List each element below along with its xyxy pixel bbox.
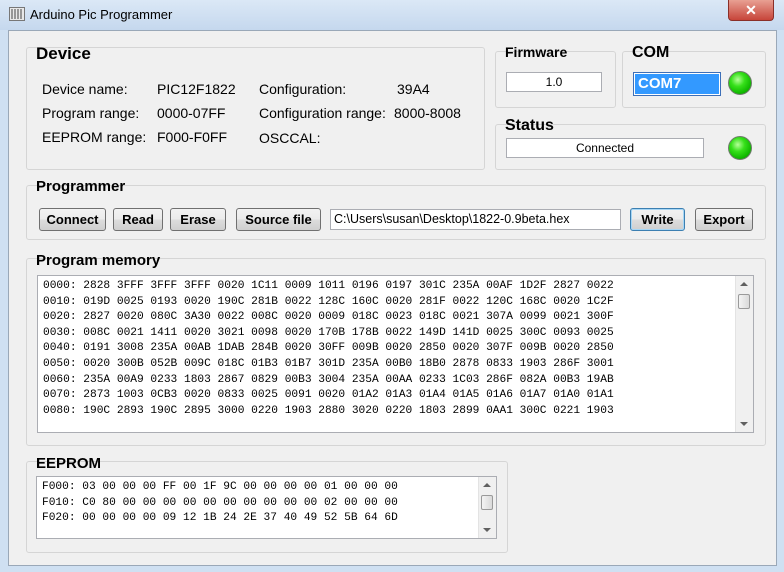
source-file-button[interactable]: Source file	[236, 208, 321, 231]
memory-line: 0080: 190C 2893 190C 2895 3000 0220 1903…	[43, 404, 614, 417]
app-icon	[9, 7, 25, 21]
configuration-range-label: Configuration range:	[259, 105, 386, 121]
close-button[interactable]: ✕	[728, 0, 774, 21]
program-memory-lines: 0000: 2828 3FFF 3FFF 3FFF 0020 1C11 0009…	[38, 279, 753, 419]
connect-button[interactable]: Connect	[39, 208, 106, 231]
client-area: Device Device name: PIC12F1822 Program r…	[8, 30, 777, 566]
scroll-up-icon[interactable]	[483, 483, 491, 487]
device-name-label: Device name:	[42, 81, 128, 97]
com-led-indicator	[728, 71, 752, 95]
eeprom-range-label: EEPROM range:	[42, 129, 147, 145]
scroll-down-icon[interactable]	[483, 528, 491, 532]
scroll-down-icon[interactable]	[740, 422, 748, 426]
status-heading: Status	[505, 117, 554, 134]
com-port-field[interactable]: COM7	[633, 72, 721, 96]
memory-line: 0040: 0191 3008 235A 00AB 1DAB 284B 0020…	[43, 342, 614, 355]
write-button[interactable]: Write	[630, 208, 685, 231]
memory-line: F010: C0 80 00 00 00 00 00 00 00 00 00 0…	[42, 496, 398, 509]
eeprom-range-value: F000-F0FF	[157, 129, 228, 145]
com-port-selection: COM7	[635, 74, 719, 94]
device-group: Device Device name: PIC12F1822 Program r…	[26, 44, 485, 170]
program-range-value: 0000-07FF	[157, 105, 226, 121]
program-range-label: Program range:	[42, 105, 140, 121]
program-memory-group: Program memory 0000: 2828 3FFF 3FFF 3FFF…	[26, 252, 766, 446]
memory-line: 0060: 235A 00A9 0233 1803 2867 0829 00B3…	[43, 373, 614, 386]
erase-button[interactable]: Erase	[170, 208, 226, 231]
window-title: Arduino Pic Programmer	[30, 7, 173, 22]
eeprom-lines: F000: 03 00 00 00 FF 00 1F 9C 00 00 00 0…	[37, 480, 496, 527]
eeprom-group: EEPROM F000: 03 00 00 00 FF 00 1F 9C 00 …	[26, 455, 508, 553]
memory-line: 0000: 2828 3FFF 3FFF 3FFF 0020 1C11 0009…	[43, 280, 614, 292]
com-group: COM COM7	[622, 44, 766, 108]
firmware-group: Firmware 1.0	[495, 44, 616, 108]
memory-line: 0020: 2827 0020 080C 3A30 0022 008C 0020…	[43, 311, 614, 324]
scroll-thumb[interactable]	[738, 294, 750, 309]
status-field: Connected	[506, 138, 704, 158]
configuration-label: Configuration:	[259, 81, 347, 97]
export-button[interactable]: Export	[695, 208, 753, 231]
configuration-value: 39A4	[397, 81, 430, 97]
firmware-heading: Firmware	[505, 44, 568, 60]
osccal-label: OSCCAL:	[259, 130, 321, 146]
memory-line: F020: 00 00 00 00 09 12 1B 24 2E 37 40 4…	[42, 512, 398, 525]
device-name-value: PIC12F1822	[157, 81, 236, 97]
firmware-version-field[interactable]: 1.0	[506, 72, 602, 92]
memory-line: 0050: 0020 300B 052B 009C 018C 01B3 01B7…	[43, 357, 614, 370]
status-led-indicator	[728, 136, 752, 160]
eeprom-scrollbar[interactable]	[478, 477, 496, 538]
status-group: Status Connected	[495, 117, 766, 170]
program-memory-scrollbar[interactable]	[735, 276, 753, 432]
program-memory-heading: Program memory	[36, 252, 161, 269]
device-heading: Device	[36, 44, 91, 63]
scroll-thumb[interactable]	[481, 495, 493, 510]
read-button[interactable]: Read	[113, 208, 163, 231]
configuration-range-value: 8000-8008	[394, 105, 461, 121]
close-icon: ✕	[745, 2, 757, 18]
program-memory-view[interactable]: 0000: 2828 3FFF 3FFF 3FFF 0020 1C11 0009…	[37, 275, 754, 433]
eeprom-heading: EEPROM	[36, 455, 102, 472]
app-window: Arduino Pic Programmer ✕ Device Device n…	[0, 0, 784, 572]
memory-line: 0010: 019D 0025 0193 0020 190C 281B 0022…	[43, 295, 614, 308]
scroll-up-icon[interactable]	[740, 282, 748, 286]
memory-line: 0070: 2873 1003 0CB3 0020 0833 0025 0091…	[43, 389, 614, 402]
source-file-path-field[interactable]: C:\Users\susan\Desktop\1822-0.9beta.hex	[330, 209, 621, 230]
memory-line: 0030: 008C 0021 1411 0020 3021 0098 0020…	[43, 326, 614, 339]
com-heading: COM	[632, 44, 670, 61]
programmer-heading: Programmer	[36, 178, 126, 195]
memory-line: F000: 03 00 00 00 FF 00 1F 9C 00 00 00 0…	[42, 481, 398, 493]
eeprom-view[interactable]: F000: 03 00 00 00 FF 00 1F 9C 00 00 00 0…	[36, 476, 497, 539]
programmer-group: Programmer Connect Read Erase Source fil…	[26, 178, 766, 240]
title-bar[interactable]: Arduino Pic Programmer ✕	[0, 0, 784, 30]
